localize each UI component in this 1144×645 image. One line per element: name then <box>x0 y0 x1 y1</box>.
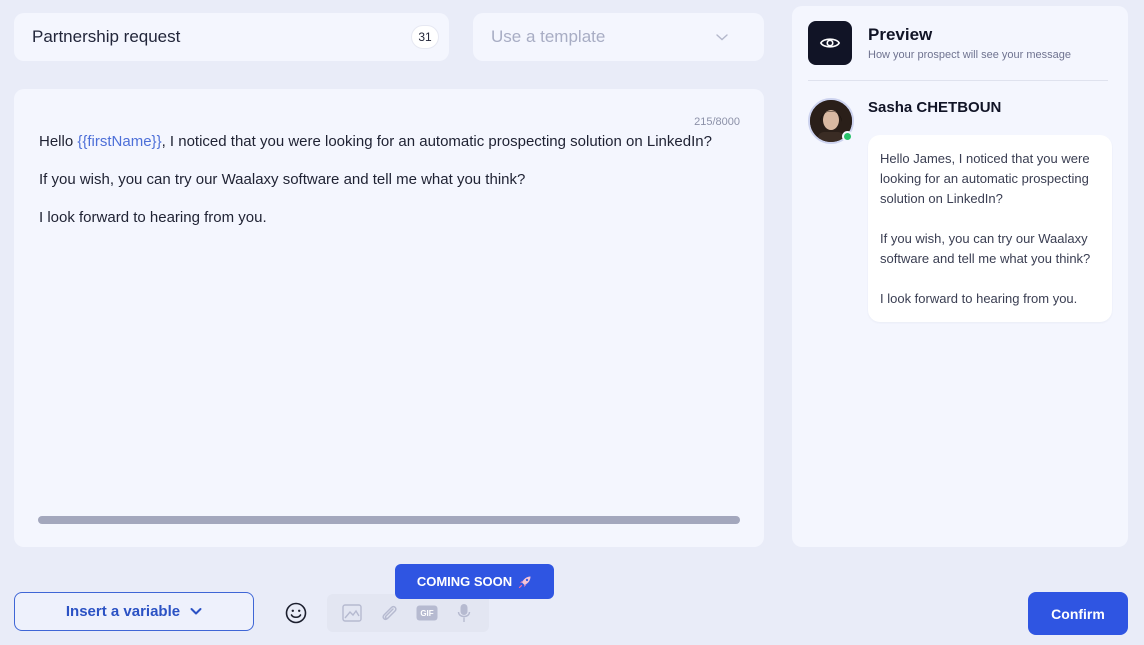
message-editor[interactable]: 215/8000 Hello {{firstName}}, I noticed … <box>14 89 764 547</box>
preview-header: Preview How your prospect will see your … <box>808 21 1112 65</box>
image-icon <box>341 602 363 624</box>
svg-text:GIF: GIF <box>420 609 433 618</box>
eye-icon <box>808 21 852 65</box>
confirm-button[interactable]: Confirm <box>1028 592 1128 635</box>
line1-rest: , I noticed that you were looking for an… <box>161 133 712 150</box>
horizontal-scrollbar[interactable] <box>38 516 740 524</box>
chevron-down-icon <box>716 34 728 41</box>
message-line-2: If you wish, you can try our Waalaxy sof… <box>39 171 526 188</box>
emoji-icon[interactable] <box>284 601 308 625</box>
confirm-label: Confirm <box>1051 605 1105 622</box>
online-status-indicator <box>842 131 853 142</box>
paperclip-icon <box>378 602 400 624</box>
template-select[interactable]: Use a template <box>473 13 764 61</box>
gif-icon: GIF <box>416 602 438 624</box>
coming-soon-badge: COMING SOON <box>395 564 554 599</box>
bubble-paragraph-2: If you wish, you can try our Waalaxy sof… <box>880 231 1091 266</box>
coming-soon-label: COMING SOON <box>416 574 513 589</box>
rocket-icon <box>519 576 531 588</box>
greeting-text: Hello <box>39 133 78 150</box>
preview-panel: Preview How your prospect will see your … <box>792 6 1128 547</box>
insert-variable-button[interactable]: Insert a variable <box>14 592 254 631</box>
subject-value: Partnership request <box>32 27 181 46</box>
bubble-paragraph-1: Hello James, I noticed that you were loo… <box>880 151 1090 206</box>
preview-title: Preview <box>868 25 933 44</box>
firstname-variable[interactable]: {{firstName}} <box>77 133 161 150</box>
insert-variable-label: Insert a variable <box>65 603 181 620</box>
template-placeholder: Use a template <box>491 27 606 46</box>
media-attachment-bar: GIF <box>327 594 489 632</box>
subject-char-count: 31 <box>411 25 439 49</box>
message-body[interactable]: Hello {{firstName}}, I noticed that you … <box>39 132 740 227</box>
message-line-3: I look forward to hearing from you. <box>39 209 267 226</box>
bubble-paragraph-3: I look forward to hearing from you. <box>880 291 1078 306</box>
microphone-icon <box>453 602 475 624</box>
preview-subtitle: How your prospect will see your message <box>868 49 1071 61</box>
message-preview-bubble: Hello James, I noticed that you were loo… <box>868 135 1112 322</box>
chevron-down-icon <box>190 608 202 615</box>
sender-name: Sasha CHETBOUN <box>868 99 1002 116</box>
message-line-1: Hello {{firstName}}, I noticed that you … <box>39 132 740 151</box>
subject-input[interactable]: Partnership request 31 <box>14 13 449 61</box>
message-char-counter: 215/8000 <box>694 116 740 128</box>
preview-divider <box>808 80 1108 81</box>
